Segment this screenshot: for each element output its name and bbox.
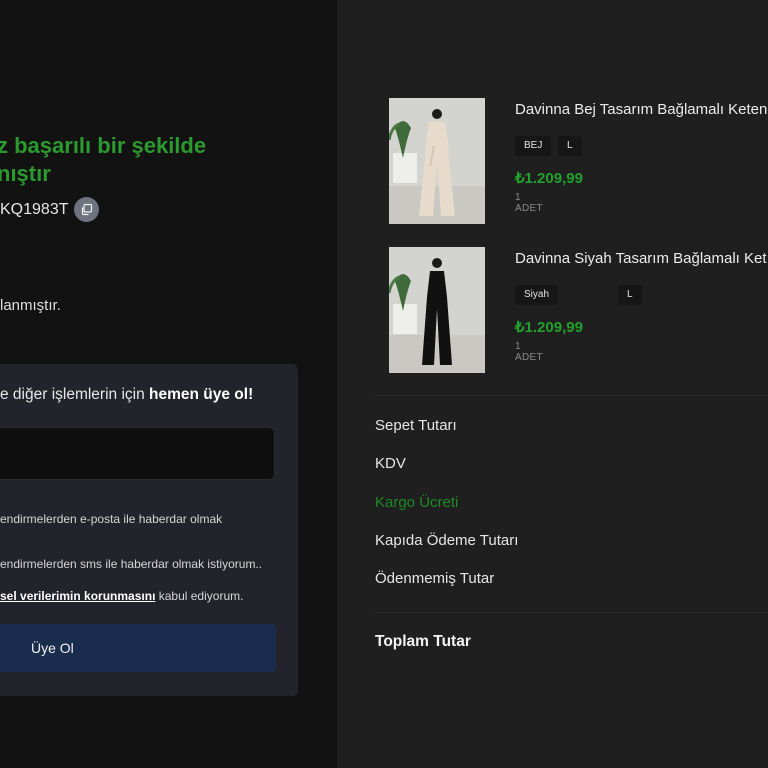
info-text: lanmıştır. [0, 297, 61, 314]
divider [375, 395, 768, 396]
signup-heading-cta: hemen üye ol! [149, 386, 254, 403]
product-name[interactable]: Davinna Bej Tasarım Bağlamalı Keten [515, 101, 767, 118]
email-consent-label[interactable]: endirmelerden e-posta ile haberdar olmak [0, 512, 222, 526]
signup-heading-text: e diğer işlemlerin için [0, 386, 150, 403]
order-summary-panel: Davinna Bej Tasarım Bağlamalı Keten BEJ … [337, 0, 768, 768]
product-price: ₺1.209,99 [515, 319, 583, 336]
unpaid-amount-label: Ödenmemiş Tutar [375, 570, 495, 587]
kvkk-suffix: kabul ediyorum. [155, 589, 244, 603]
copy-order-code-button[interactable] [74, 197, 100, 222]
divider [375, 612, 768, 613]
shipping-label: Kargo Ücreti [375, 494, 459, 511]
signup-heading: e diğer işlemlerin için hemen üye ol! [0, 386, 253, 404]
signup-submit-button[interactable]: Üye Ol [0, 624, 276, 672]
success-title: z başarılı bir şekilde nıştır [0, 132, 337, 188]
order-code-row: KQ1983T [0, 197, 100, 222]
order-confirmation-panel: z başarılı bir şekilde nıştır KQ1983T la… [0, 0, 337, 768]
signup-card: e diğer işlemlerin için hemen üye ol! en… [0, 364, 298, 696]
kvkk-consent-label: sel verilerimin korunmasını kabul ediyor… [0, 589, 243, 603]
product-qty: 1 ADET [515, 192, 543, 214]
product-price: ₺1.209,99 [515, 170, 583, 187]
kvkk-link[interactable]: sel verilerimin korunmasını [0, 589, 155, 603]
product-color-tag: BEJ [515, 136, 552, 156]
success-title-line-1: z başarılı bir şekilde [0, 133, 207, 158]
product-qty: 1 ADET [515, 341, 543, 363]
sms-consent-label[interactable]: endirmelerden sms ile haberdar olmak ist… [0, 557, 262, 571]
signup-input[interactable] [0, 427, 275, 480]
subtotal-label: Sepet Tutarı [375, 417, 457, 434]
tax-label: KDV [375, 455, 406, 472]
cod-fee-label: Kapıda Ödeme Tutarı [375, 532, 519, 549]
copy-icon [82, 203, 93, 216]
product-color-tag: Siyah [515, 285, 559, 305]
product-image[interactable] [389, 98, 485, 224]
success-title-line-2: nıştır [0, 161, 51, 186]
product-photo-beige [389, 98, 485, 224]
product-name[interactable]: Davinna Siyah Tasarım Bağlamalı Ket [515, 250, 767, 267]
total-label: Toplam Tutar [375, 633, 471, 650]
product-size-tag: L [558, 136, 582, 156]
product-image[interactable] [389, 247, 485, 373]
order-code: KQ1983T [0, 200, 69, 218]
product-size-tag: L [618, 285, 642, 305]
product-photo-black [389, 247, 485, 373]
